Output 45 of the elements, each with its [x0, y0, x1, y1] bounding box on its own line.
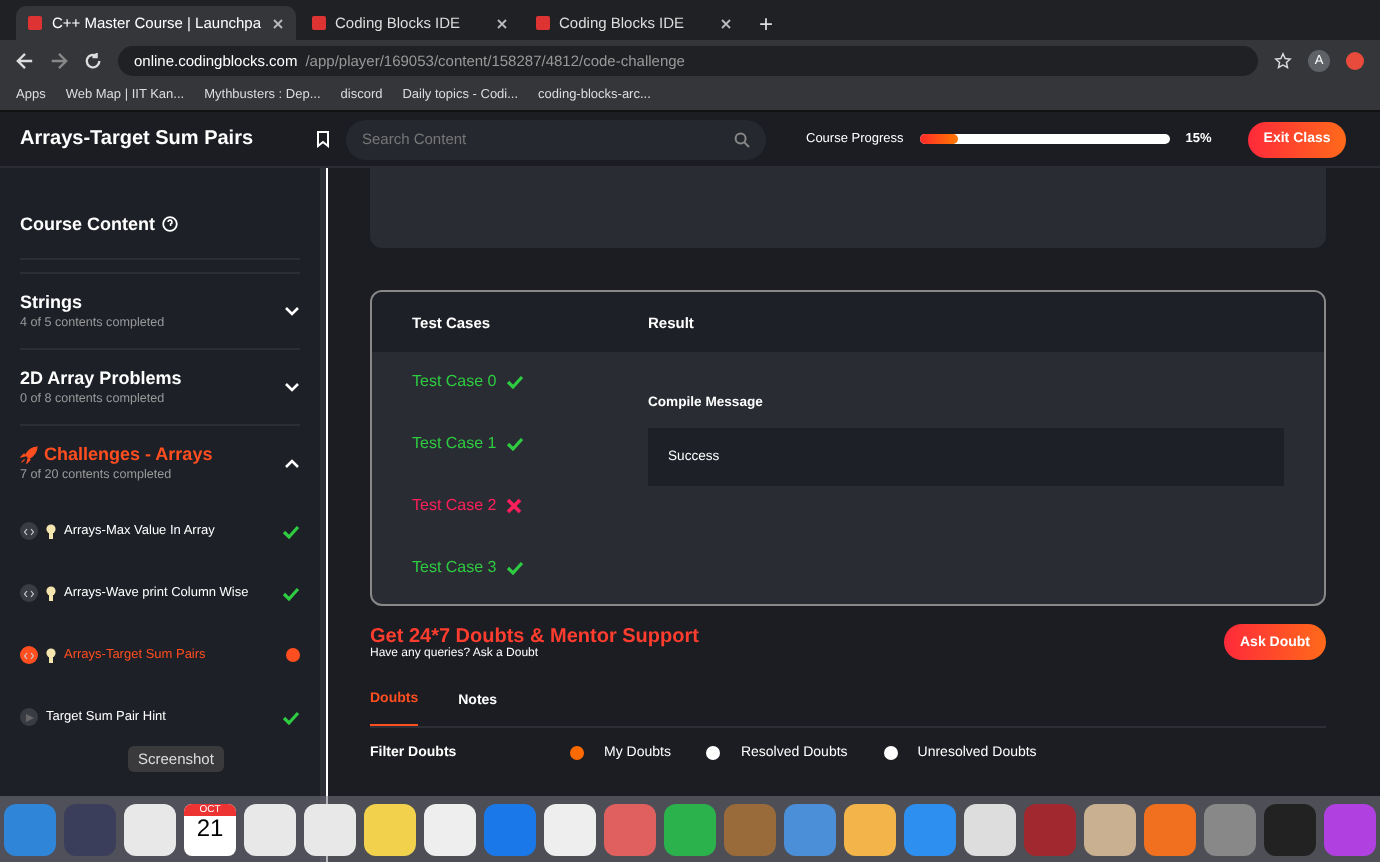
- support-title: Get 24*7 Doubts & Mentor Support: [370, 625, 699, 647]
- current-dot: [286, 648, 300, 662]
- test-case-label[interactable]: Test Case 1: [412, 434, 497, 452]
- extension-icon[interactable]: [1346, 51, 1364, 69]
- app-icon[interactable]: [844, 803, 896, 855]
- bookmark-icon[interactable]: [316, 130, 330, 148]
- chevron-icon[interactable]: [284, 458, 300, 468]
- check-icon: [282, 709, 300, 725]
- check-icon: [282, 585, 300, 601]
- test-case-label[interactable]: Test Case 0: [412, 372, 497, 390]
- radio-button[interactable]: [570, 746, 584, 760]
- app-icon[interactable]: [304, 803, 356, 855]
- new-tab-button[interactable]: +: [747, 6, 786, 40]
- app-icon[interactable]: [1084, 803, 1136, 855]
- back-arrow-icon[interactable]: [16, 51, 34, 69]
- radio-button[interactable]: [706, 746, 721, 760]
- star-icon[interactable]: [1274, 51, 1292, 69]
- close-icon[interactable]: [271, 17, 284, 29]
- test-case-label[interactable]: Test Case 2: [412, 496, 497, 514]
- app-icon[interactable]: [244, 803, 296, 855]
- check-icon: [282, 523, 300, 539]
- forward-arrow-icon[interactable]: [50, 51, 68, 69]
- lightbulb-icon: [46, 585, 56, 601]
- lightbulb-icon: [46, 523, 56, 539]
- section-title[interactable]: Strings: [20, 292, 83, 312]
- app-icon[interactable]: [124, 803, 176, 855]
- close-icon[interactable]: [719, 17, 732, 29]
- close-icon[interactable]: [495, 17, 508, 29]
- section-title[interactable]: Challenges - Arrays: [44, 444, 213, 464]
- chevron-icon[interactable]: [284, 382, 300, 392]
- rocket-icon: [20, 445, 38, 463]
- app-icon[interactable]: [424, 803, 476, 855]
- app-icon[interactable]: [664, 803, 716, 855]
- section-title[interactable]: 2D Array Problems: [20, 368, 182, 388]
- app-icon[interactable]: [964, 803, 1016, 855]
- test-case-label[interactable]: Test Case 3: [412, 558, 497, 576]
- chevron-icon[interactable]: [284, 306, 300, 316]
- reload-icon[interactable]: [84, 51, 102, 69]
- app-icon[interactable]: [364, 803, 416, 855]
- radio-button[interactable]: [883, 746, 898, 760]
- lightbulb-icon: [46, 647, 56, 663]
- app-icon[interactable]: [544, 803, 596, 855]
- lesson-title: Arrays-Target Sum Pairs: [20, 128, 256, 150]
- sidebar-heading: Course Content: [20, 214, 155, 234]
- help-icon[interactable]: [161, 216, 177, 232]
